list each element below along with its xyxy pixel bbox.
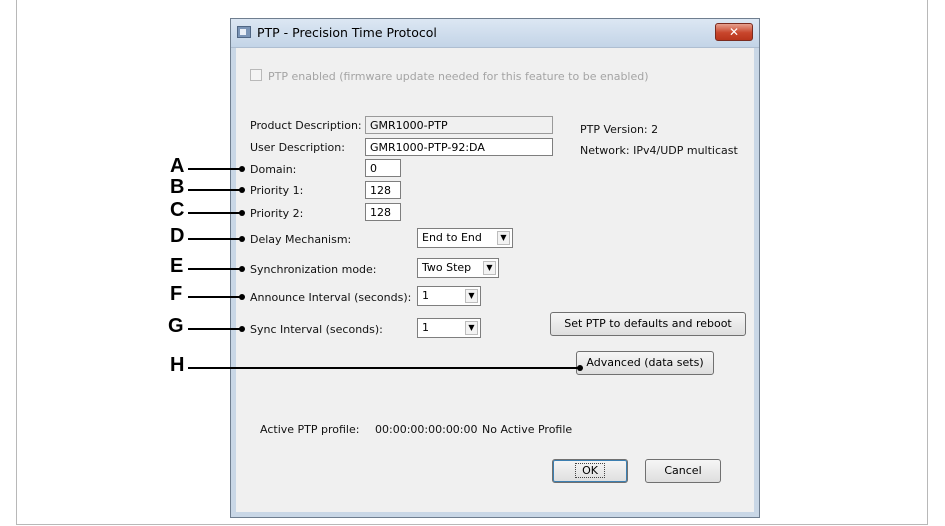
title-bar[interactable]: PTP - Precision Time Protocol ✕ <box>231 19 759 48</box>
user-description-field[interactable]: GMR1000-PTP-92:DA <box>365 138 553 156</box>
delay-mechanism-select[interactable]: End to End ▼ <box>417 228 513 248</box>
callout-letter-h: H <box>170 354 185 376</box>
callout-dot-g <box>239 326 245 332</box>
ptp-enabled-label: PTP enabled (firmware update needed for … <box>268 70 649 83</box>
set-defaults-reboot-button[interactable]: Set PTP to defaults and reboot <box>550 312 746 336</box>
app-window-icon <box>237 26 251 38</box>
callout-line-a <box>188 168 242 170</box>
callout-line-d <box>188 238 242 240</box>
priority2-field[interactable]: 128 <box>365 203 401 221</box>
product-description-field: GMR1000-PTP <box>365 116 553 134</box>
priority1-label: Priority 1: <box>250 184 304 197</box>
active-profile-label: Active PTP profile: <box>260 423 360 436</box>
product-description-label: Product Description: <box>250 119 362 132</box>
sync-mode-select[interactable]: Two Step ▼ <box>417 258 499 278</box>
callout-letter-b: B <box>170 176 185 198</box>
ptp-enabled-row: PTP enabled (firmware update needed for … <box>250 69 649 83</box>
priority2-label: Priority 2: <box>250 207 304 220</box>
callout-dot-f <box>239 294 245 300</box>
callout-letter-d: D <box>170 225 185 247</box>
close-button[interactable]: ✕ <box>715 23 753 41</box>
callout-line-e <box>188 268 242 270</box>
callout-dot-a <box>239 166 245 172</box>
active-profile-id: 00:00:00:00:00:00 <box>375 423 478 436</box>
callout-letter-f: F <box>170 283 183 305</box>
cancel-button[interactable]: Cancel <box>645 459 721 483</box>
callout-dot-e <box>239 266 245 272</box>
callout-line-g <box>188 328 242 330</box>
callout-dot-b <box>239 187 245 193</box>
ok-button-label: OK <box>575 463 605 478</box>
network-text: Network: IPv4/UDP multicast <box>580 144 738 157</box>
delay-mechanism-label: Delay Mechanism: <box>250 233 352 246</box>
callout-dot-h <box>577 365 583 371</box>
chevron-down-icon[interactable]: ▼ <box>497 231 510 245</box>
delay-mechanism-value: End to End <box>422 231 482 244</box>
announce-interval-select[interactable]: 1 ▼ <box>417 286 481 306</box>
sync-interval-label: Sync Interval (seconds): <box>250 323 383 336</box>
callout-dot-c <box>239 210 245 216</box>
ptp-enabled-checkbox[interactable] <box>250 69 262 81</box>
callout-dot-d <box>239 236 245 242</box>
domain-label: Domain: <box>250 163 297 176</box>
ok-button[interactable]: OK <box>552 459 628 483</box>
chevron-down-icon[interactable]: ▼ <box>465 321 478 335</box>
callout-line-f <box>188 296 242 298</box>
callout-line-h <box>188 367 580 369</box>
callout-letter-c: C <box>170 199 185 221</box>
ptp-version-text: PTP Version: 2 <box>580 123 659 136</box>
callout-line-b <box>188 189 242 191</box>
chevron-down-icon[interactable]: ▼ <box>465 289 478 303</box>
sync-interval-value: 1 <box>422 321 429 334</box>
advanced-data-sets-button[interactable]: Advanced (data sets) <box>576 351 714 375</box>
sync-mode-label: Synchronization mode: <box>250 263 377 276</box>
announce-interval-value: 1 <box>422 289 429 302</box>
callout-line-c <box>188 212 242 214</box>
callout-letter-a: A <box>170 155 185 177</box>
callout-letter-e: E <box>170 255 184 277</box>
announce-interval-label: Announce Interval (seconds): <box>250 291 412 304</box>
priority1-field[interactable]: 128 <box>365 181 401 199</box>
chevron-down-icon[interactable]: ▼ <box>483 261 496 275</box>
active-profile-name: No Active Profile <box>482 423 573 436</box>
domain-field[interactable]: 0 <box>365 159 401 177</box>
ptp-dialog: PTP - Precision Time Protocol ✕ PTP enab… <box>230 18 760 518</box>
sync-interval-select[interactable]: 1 ▼ <box>417 318 481 338</box>
window-title: PTP - Precision Time Protocol <box>257 25 437 40</box>
dialog-content: PTP enabled (firmware update needed for … <box>237 48 753 511</box>
callout-letter-g: G <box>168 315 184 337</box>
user-description-label: User Description: <box>250 141 345 154</box>
sync-mode-value: Two Step <box>422 261 472 274</box>
